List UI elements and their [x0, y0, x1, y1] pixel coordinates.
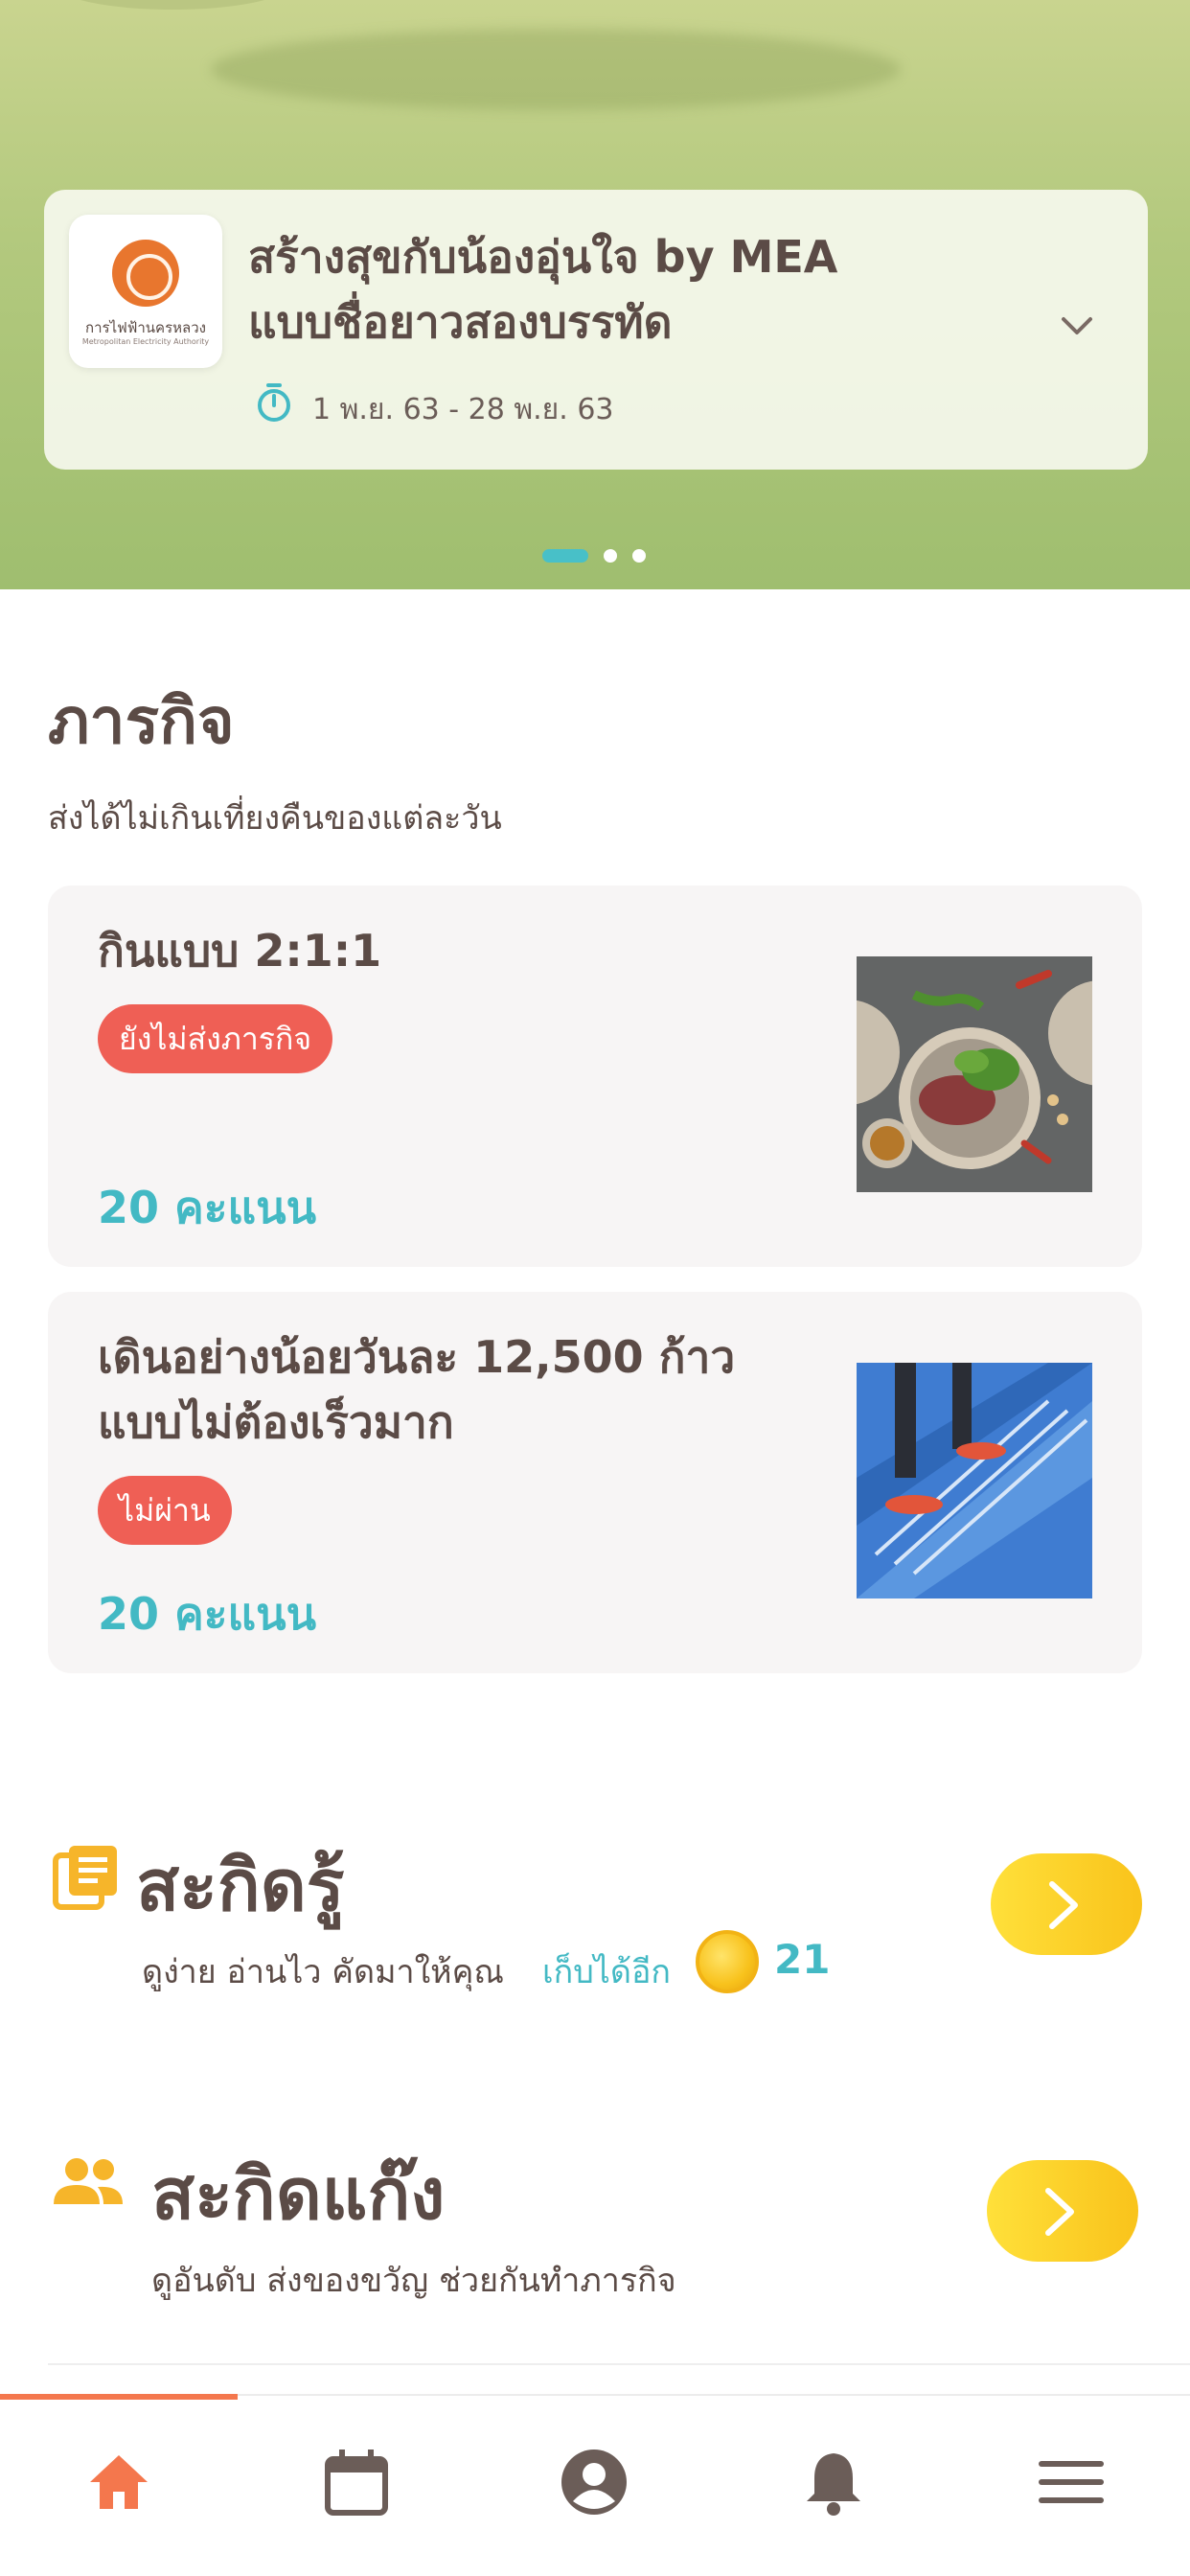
mission-title: เดินอย่างน้อยวันละ 12,500 ก้าว แบบไม่ต้อ… — [98, 1324, 864, 1455]
gang-subtitle: ดูอันดับ ส่งของขวัญ ช่วยกันทำภารกิจ — [151, 2262, 676, 2300]
walking-stairs-image — [857, 1363, 1092, 1598]
nav-calendar[interactable] — [318, 2444, 395, 2520]
bell-icon — [807, 2453, 860, 2516]
mission-title-line2: แบบไม่ต้องเร็วมาก — [98, 1396, 454, 1448]
gang-title: สะกิดแก๊ง — [151, 2153, 446, 2236]
nav-menu[interactable] — [1033, 2444, 1110, 2520]
knowledge-title: สะกิดรู้ — [136, 1845, 345, 1927]
coin-count: 21 — [774, 1936, 831, 1983]
logo-text: การไฟฟ้านครหลวง — [85, 319, 206, 336]
banner-decoration — [57, 0, 287, 10]
profile-icon — [561, 2450, 627, 2515]
campaign-title-line1: สร้างสุขกับน้องอุ่นใจ by MEA — [248, 231, 838, 283]
mea-emblem-icon — [112, 240, 179, 307]
banner-decoration — [211, 29, 901, 110]
gang-go-button[interactable] — [987, 2160, 1138, 2262]
missions-title: ภารกิจ — [48, 684, 235, 758]
mission-points: 20 คะแนน — [98, 1588, 317, 1640]
menu-icon — [1039, 2461, 1104, 2503]
group-icon — [54, 2158, 123, 2204]
carousel-dot-active[interactable] — [542, 549, 588, 563]
divider — [48, 2363, 1190, 2365]
mission-title-line1: กินแบบ 2:1:1 — [98, 925, 382, 977]
carousel-dot[interactable] — [632, 549, 646, 563]
mission-card[interactable]: เดินอย่างน้อยวันละ 12,500 ก้าว แบบไม่ต้อ… — [48, 1292, 1142, 1673]
mission-title-line1: เดินอย่างน้อยวันละ 12,500 ก้าว — [98, 1331, 736, 1383]
chevron-right-icon — [1045, 2188, 1074, 2236]
coin-icon — [696, 1930, 759, 1993]
campaign-dates: 1 พ.ย. 63 - 28 พ.ย. 63 — [312, 393, 614, 426]
campaign-title-line2: แบบชื่อยาวสองบรรทัด — [248, 296, 673, 348]
calendar-icon — [325, 2450, 388, 2516]
bottom-navigation — [0, 2394, 1190, 2576]
home-icon — [90, 2455, 148, 2509]
campaign-banner: การไฟฟ้านครหลวง Metropolitan Electricity… — [0, 0, 1190, 589]
mission-card[interactable]: กินแบบ 2:1:1 ยังไม่ส่งภารกิจ 20 คะแนน — [48, 886, 1142, 1267]
collect-more-label: เก็บได้อีก — [542, 1953, 671, 1991]
food-plate-image — [857, 956, 1092, 1192]
mea-logo: การไฟฟ้านครหลวง Metropolitan Electricity… — [69, 215, 222, 368]
nav-active-indicator — [0, 2394, 238, 2400]
knowledge-subtitle: ดูง่าย อ่านไว คัดมาให้คุณ — [142, 1953, 504, 1991]
mission-title: กินแบบ 2:1:1 — [98, 918, 864, 983]
mission-points: 20 คะแนน — [98, 1182, 317, 1233]
mission-status-badge: ไม่ผ่าน — [98, 1476, 232, 1545]
timer-icon — [258, 383, 290, 422]
carousel-dot[interactable] — [604, 549, 617, 563]
article-icon — [53, 1846, 117, 1910]
nav-notifications[interactable] — [795, 2444, 872, 2520]
nav-profile[interactable] — [556, 2444, 632, 2520]
knowledge-go-button[interactable] — [991, 1853, 1142, 1955]
campaign-card[interactable]: การไฟฟ้านครหลวง Metropolitan Electricity… — [44, 190, 1148, 470]
nav-home[interactable] — [80, 2444, 157, 2520]
campaign-title: สร้างสุขกับน้องอุ่นใจ by MEA แบบชื่อยาวส… — [248, 224, 1015, 355]
mission-status-badge: ยังไม่ส่งภารกิจ — [98, 1004, 333, 1073]
logo-subtext: Metropolitan Electricity Authority — [81, 337, 210, 346]
missions-subtitle: ส่งได้ไม่เกินเที่ยงคืนของแต่ละวัน — [48, 799, 502, 838]
chevron-right-icon — [1049, 1881, 1078, 1929]
chevron-down-icon[interactable] — [1054, 303, 1100, 349]
carousel-indicator[interactable] — [542, 546, 657, 565]
